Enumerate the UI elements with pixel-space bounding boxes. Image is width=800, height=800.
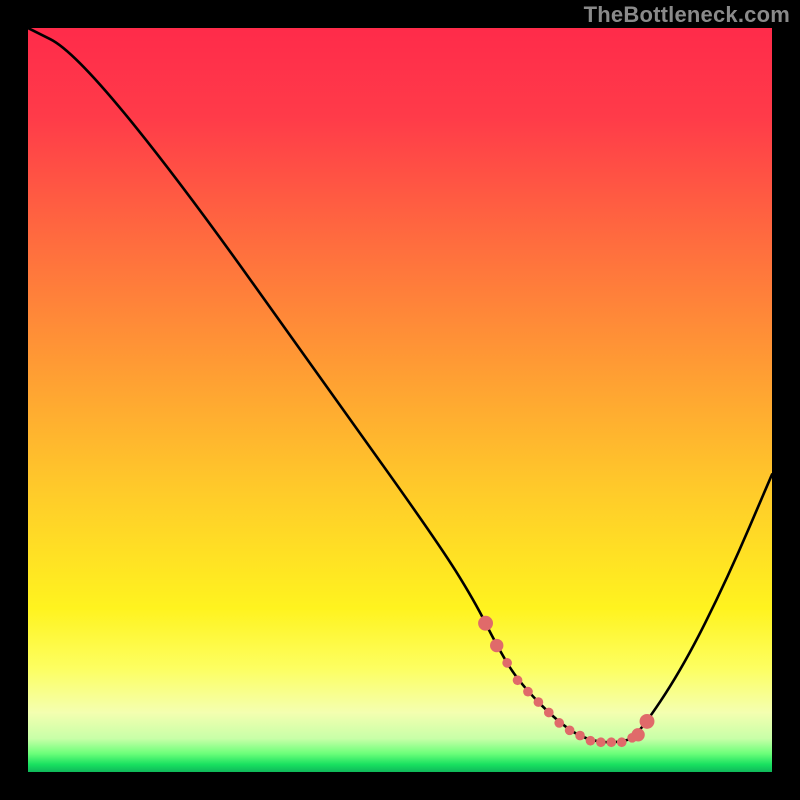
optimal-markers: [478, 616, 654, 747]
chart-frame: TheBottleneck.com: [0, 0, 800, 800]
curve-layer: [28, 28, 772, 772]
watermark-text: TheBottleneck.com: [584, 2, 790, 28]
plot-area: [28, 28, 772, 772]
bottleneck-curve: [28, 28, 772, 742]
